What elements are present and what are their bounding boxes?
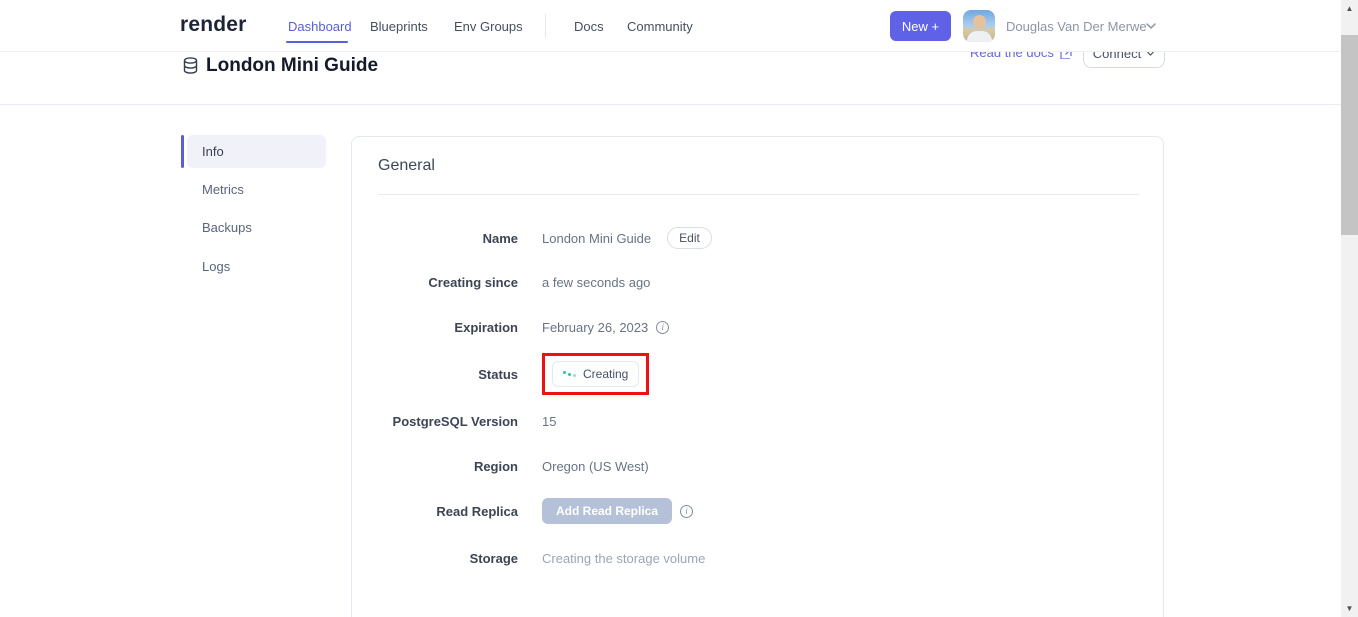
sidebar-item-info[interactable]: Info: [187, 135, 326, 168]
field-value: a few seconds ago: [542, 275, 650, 290]
app-window: render Dashboard Blueprints Env Groups D…: [0, 0, 1358, 617]
status-badge: Creating: [552, 361, 639, 387]
field-row-region: Region Oregon (US West): [378, 451, 1137, 481]
connect-button[interactable]: Connect: [1083, 52, 1165, 68]
field-label: Region: [378, 459, 518, 474]
sidebar-active-indicator: [181, 135, 184, 168]
render-logo[interactable]: render: [180, 13, 247, 37]
field-value: February 26, 2023: [542, 320, 648, 335]
field-row-status: Status Creating: [378, 352, 1137, 396]
field-row-storage: Storage Creating the storage volume: [378, 543, 1137, 573]
new-button[interactable]: New +: [890, 11, 951, 41]
top-navbar: render Dashboard Blueprints Env Groups D…: [0, 0, 1341, 52]
nav-divider: [545, 14, 546, 38]
field-label: Status: [378, 367, 518, 382]
page-title: London Mini Guide: [206, 55, 378, 77]
active-tab-underline: [286, 41, 348, 43]
nav-docs[interactable]: Docs: [574, 19, 604, 34]
field-label: Creating since: [378, 275, 518, 290]
nav-blueprints[interactable]: Blueprints: [370, 19, 428, 34]
avatar[interactable]: [963, 10, 995, 42]
field-value: Oregon (US West): [542, 459, 649, 474]
loading-dots-icon: [563, 370, 576, 378]
sidebar-item-logs[interactable]: Logs: [187, 250, 326, 283]
edit-button[interactable]: Edit: [667, 227, 712, 249]
field-value: London Mini Guide: [542, 231, 651, 246]
chevron-down-icon[interactable]: [1145, 20, 1157, 32]
user-name: Douglas Van Der Merwe: [1006, 19, 1147, 34]
field-label: PostgreSQL Version: [378, 414, 518, 429]
chevron-down-icon: [1146, 52, 1155, 58]
field-label: Storage: [378, 551, 518, 566]
field-label: Name: [378, 231, 518, 246]
scroll-down-arrow[interactable]: ▼: [1341, 600, 1358, 617]
general-panel: General Name London Mini Guide Edit Crea…: [351, 136, 1164, 617]
read-the-docs-link[interactable]: Read the docs: [970, 52, 1072, 60]
field-value: 15: [542, 414, 556, 429]
field-row-read-replica: Read Replica Add Read Replica i: [378, 496, 1137, 526]
sidebar-item-backups[interactable]: Backups: [187, 211, 326, 244]
field-row-name: Name London Mini Guide Edit: [378, 223, 1137, 253]
scroll-up-arrow[interactable]: ▲: [1341, 0, 1358, 17]
page-header: London Mini Guide Read the docs Connect: [0, 52, 1341, 105]
info-icon[interactable]: i: [656, 321, 669, 334]
nav-dashboard[interactable]: Dashboard: [288, 19, 352, 34]
field-label: Expiration: [378, 320, 518, 335]
nav-env-groups[interactable]: Env Groups: [454, 19, 523, 34]
scrollbar-thumb[interactable]: [1341, 35, 1358, 235]
field-label: Read Replica: [378, 504, 518, 519]
nav-community[interactable]: Community: [627, 19, 693, 34]
external-link-icon: [1060, 52, 1072, 59]
field-row-postgresql-version: PostgreSQL Version 15: [378, 406, 1137, 436]
field-row-creating-since: Creating since a few seconds ago: [378, 267, 1137, 297]
vertical-scrollbar[interactable]: ▲ ▼: [1341, 0, 1358, 617]
info-icon[interactable]: i: [680, 505, 693, 518]
field-row-expiration: Expiration February 26, 2023 i: [378, 312, 1137, 342]
sidebar-item-metrics[interactable]: Metrics: [187, 173, 326, 206]
annotation-red-box: Creating: [542, 353, 649, 395]
field-value: Creating the storage volume: [542, 551, 705, 566]
database-icon: [183, 57, 198, 75]
add-read-replica-button: Add Read Replica: [542, 498, 672, 524]
section-divider: [378, 194, 1139, 195]
section-heading: General: [378, 157, 435, 175]
